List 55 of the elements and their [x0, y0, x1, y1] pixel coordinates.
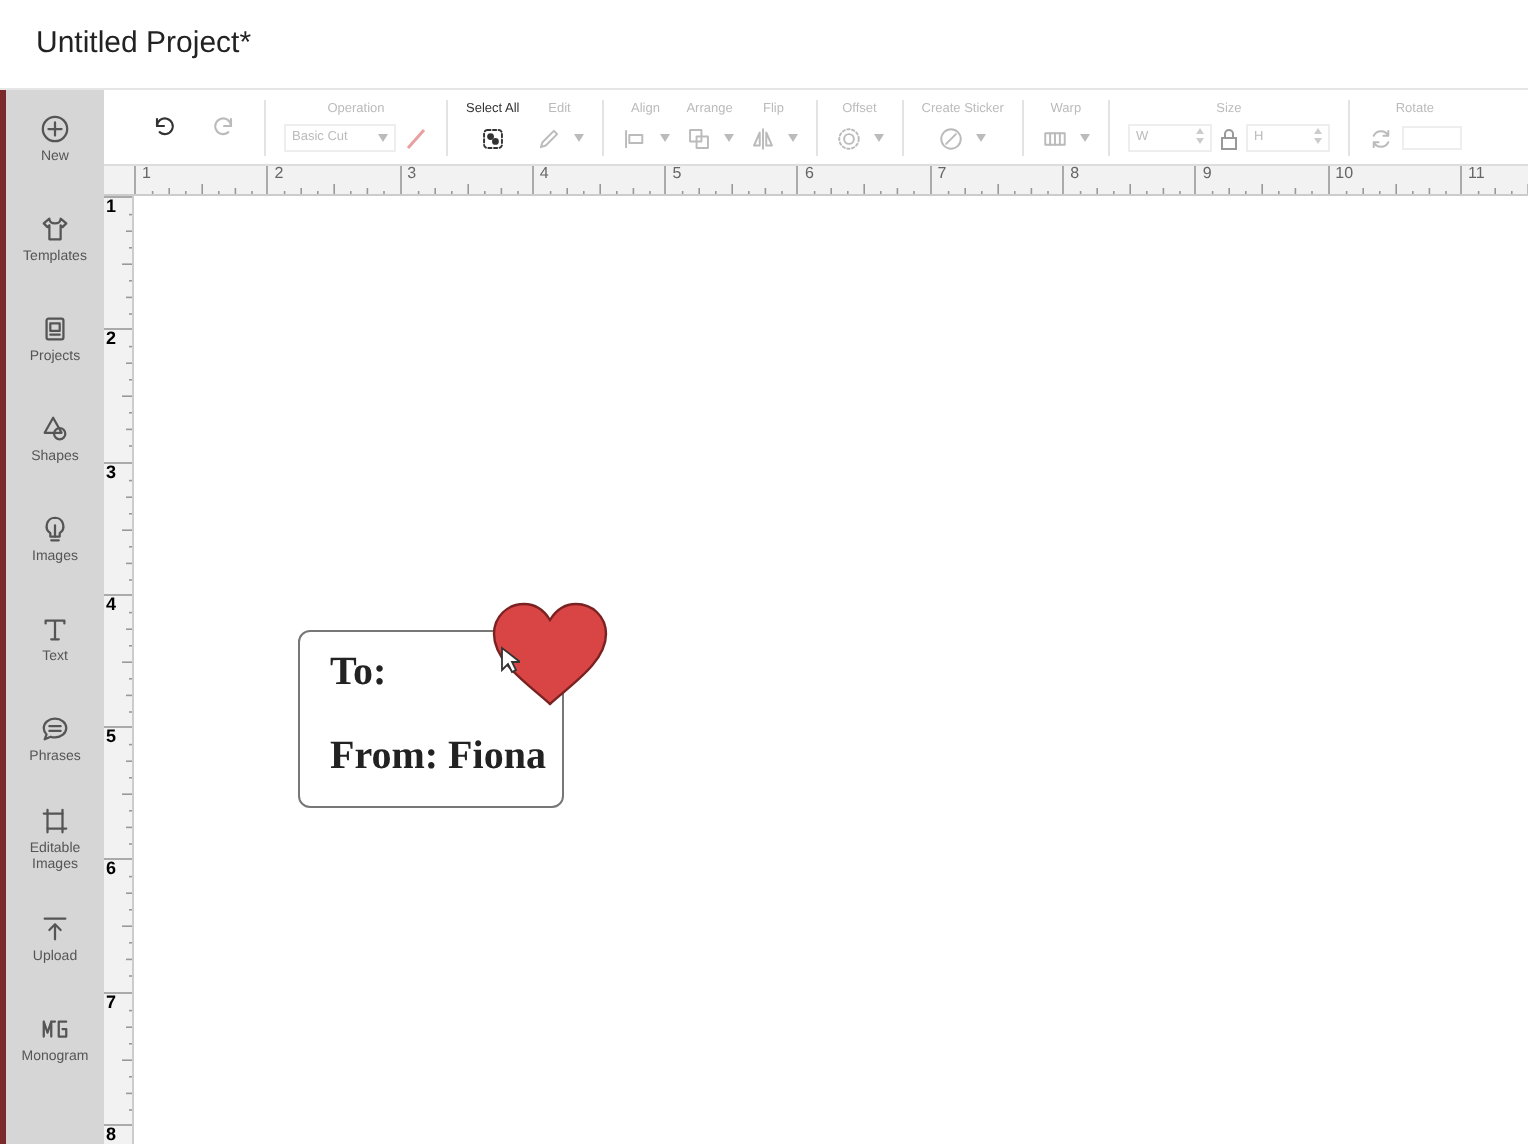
- project-title: Untitled Project*: [36, 23, 252, 64]
- clipboard-icon: [40, 313, 70, 344]
- caret-icon: [723, 134, 734, 143]
- lock-icon: [1219, 127, 1238, 150]
- ruler-number: 4: [106, 595, 117, 614]
- layers-icon: [685, 125, 712, 152]
- pencil-icon: [535, 125, 562, 152]
- caret-icon: [787, 134, 798, 143]
- ruler-number: 10: [1335, 166, 1354, 182]
- ruler-number: 7: [937, 166, 947, 182]
- ruler-number: 6: [106, 860, 117, 879]
- caret-icon: [378, 134, 388, 143]
- ruler-number: 2: [274, 166, 284, 182]
- speech-bubble-icon: [40, 713, 70, 744]
- rotate-icon: [1367, 125, 1394, 152]
- pen-icon: [404, 126, 428, 151]
- ruler-number: 5: [106, 728, 117, 747]
- ruler-number: 7: [106, 993, 117, 1012]
- upload-icon: [40, 913, 70, 944]
- shirt-icon: [40, 213, 70, 244]
- offset-icon: [835, 125, 862, 152]
- undo-icon: [150, 112, 178, 141]
- ruler-number: 6: [804, 166, 814, 182]
- ruler-number: 3: [106, 463, 117, 482]
- plus-circle-icon: [40, 113, 70, 144]
- flip-icon: [749, 125, 776, 152]
- ruler-number: 5: [672, 166, 682, 182]
- ruler-number: 4: [539, 166, 549, 182]
- caret-icon: [659, 134, 670, 143]
- ruler-number: 3: [407, 166, 417, 182]
- lightbulb-icon: [40, 513, 70, 544]
- ruler-number: 1: [142, 166, 151, 182]
- caret-icon: [976, 134, 987, 143]
- tag-text: To:: [330, 648, 387, 696]
- ruler-number: 8: [106, 1126, 117, 1144]
- redo-icon: [210, 112, 238, 141]
- align-icon: [621, 125, 648, 152]
- caret-icon: [573, 134, 584, 143]
- crop-frame-icon: [40, 805, 70, 836]
- tag-text: From: Fiona: [330, 732, 546, 780]
- heart-shape: [492, 602, 608, 706]
- shapes-icon: [40, 413, 70, 444]
- text-icon: [40, 613, 70, 644]
- ruler-number: 9: [1202, 166, 1212, 182]
- pointer-cursor-icon: [500, 646, 520, 674]
- ruler-number: 2: [106, 330, 117, 349]
- sticker-icon: [938, 125, 965, 152]
- caret-icon: [873, 134, 884, 143]
- ruler-number: 11: [1467, 166, 1485, 182]
- ruler-number: 1: [106, 198, 117, 216]
- ruler-number: 8: [1070, 166, 1080, 182]
- select-all-icon: [479, 125, 506, 152]
- spinner-icon: [1195, 128, 1204, 148]
- caret-icon: [1079, 134, 1090, 143]
- spinner-icon: [1313, 128, 1322, 148]
